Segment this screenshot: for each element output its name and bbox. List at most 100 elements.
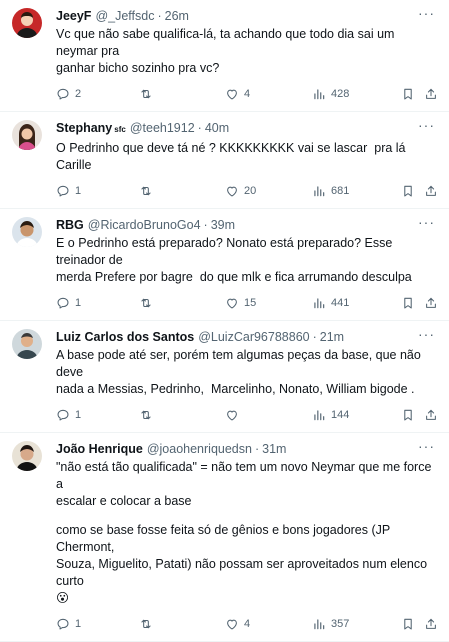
like-button[interactable]: 20 [225, 184, 256, 198]
views-button[interactable]: 144 [312, 408, 349, 422]
retweet-icon [139, 408, 153, 422]
more-icon[interactable]: ··· [418, 118, 435, 132]
bookmark-button[interactable] [401, 408, 415, 422]
like-button[interactable]: 15 [225, 296, 256, 310]
like-icon [225, 87, 239, 101]
share-button[interactable] [424, 296, 438, 310]
tweet-actions: 1 4 357 [56, 607, 437, 641]
bookmark-button[interactable] [401, 87, 415, 101]
author-handle[interactable]: @joaohenriquedsn [147, 441, 252, 457]
tweet-text: O Pedrinho que deve tá né ? KKKKKKKKK va… [56, 140, 437, 174]
avatar[interactable] [12, 8, 42, 38]
share-icon [424, 296, 438, 310]
avatar[interactable] [12, 120, 42, 150]
tweet[interactable]: João Henrique @joaohenriquedsn · 31m ··· "não… [0, 433, 449, 642]
more-icon[interactable]: ··· [418, 439, 435, 453]
tweet-text-line: "não está tão qualificada" = não tem um … [56, 460, 435, 491]
tweet-text: Vc que não sabe qualifica-lá, ta achando… [56, 26, 437, 77]
separator-dot: · [157, 9, 162, 23]
retweet-button[interactable] [139, 408, 158, 422]
tweet[interactable]: Stephany sfc @teeh1912 · 40m ··· O Pedrinho qu… [0, 112, 449, 209]
separator-dot: · [197, 121, 202, 135]
avatar[interactable] [12, 441, 42, 471]
share-icon [424, 408, 438, 422]
retweet-button[interactable] [139, 184, 158, 198]
like-count: 15 [244, 297, 257, 309]
tweet-actions: 1 144 [56, 398, 437, 432]
like-button[interactable]: 4 [225, 617, 250, 631]
timestamp[interactable]: 40m [205, 120, 229, 136]
author-name[interactable]: JeeyF [56, 8, 91, 24]
tweet-actions: 2 4 428 [56, 77, 437, 111]
tweet-header: Stephany sfc @teeh1912 · 40m [56, 120, 437, 138]
bookmark-button[interactable] [401, 617, 415, 631]
timestamp[interactable]: 31m [262, 441, 286, 457]
views-icon [312, 296, 326, 310]
views-icon [312, 617, 326, 631]
bookmark-button[interactable] [401, 296, 415, 310]
tweet-text-line: merda Prefere por bagre do que mlk e fic… [56, 270, 412, 284]
bookmark-icon [401, 184, 415, 198]
reply-count: 1 [75, 185, 82, 197]
author-name[interactable]: Stephany [56, 120, 112, 136]
separator-dot: · [254, 442, 260, 456]
views-button[interactable]: 357 [312, 617, 349, 631]
author-handle[interactable]: @RicardoBrunoGo4 [88, 217, 201, 233]
retweet-button[interactable] [139, 87, 158, 101]
author-handle[interactable]: @teeh1912 [130, 120, 195, 136]
author-handle[interactable]: @LuizCar96788860 [198, 329, 309, 345]
like-count: 20 [244, 185, 257, 197]
views-button[interactable]: 428 [312, 87, 349, 101]
bookmark-icon [401, 617, 415, 631]
tweet-text-line: A base pode até ser, porém tem algumas p… [56, 348, 425, 379]
like-button[interactable]: 4 [225, 87, 250, 101]
tweet-text-line: ganhar bicho sozinho pra vc? [56, 61, 220, 75]
avatar[interactable] [12, 329, 42, 359]
views-count: 441 [331, 297, 350, 309]
more-icon[interactable]: ··· [418, 327, 435, 341]
author-name[interactable]: Luiz Carlos dos Santos [56, 329, 194, 345]
tweet-text-line: escalar e colocar a base [56, 494, 192, 508]
avatar[interactable] [12, 217, 42, 247]
reply-count: 2 [75, 88, 82, 100]
reply-count: 1 [75, 297, 82, 309]
tweet[interactable]: RBG @RicardoBrunoGo4 · 39m ··· E o Pedrinho e… [0, 209, 449, 321]
views-icon [312, 87, 326, 101]
tweet-feed: JeeyF @_Jeffsdc · 26m ··· Vc que não sabe qua… [0, 0, 449, 642]
retweet-button[interactable] [139, 617, 158, 631]
share-button[interactable] [424, 408, 438, 422]
author-handle[interactable]: @_Jeffsdc [95, 8, 154, 24]
more-icon[interactable]: ··· [418, 6, 435, 20]
tweet-text: E o Pedrinho está preparado? Nonato está… [56, 235, 437, 286]
retweet-icon [139, 87, 153, 101]
share-button[interactable] [424, 617, 438, 631]
retweet-icon [139, 184, 153, 198]
bookmark-button[interactable] [401, 184, 415, 198]
more-icon[interactable]: ··· [418, 215, 435, 229]
reply-button[interactable]: 1 [56, 184, 81, 198]
reply-button[interactable]: 2 [56, 87, 81, 101]
author-name[interactable]: RBG [56, 217, 84, 233]
tweet[interactable]: Luiz Carlos dos Santos @LuizCar96788860 · 2… [0, 321, 449, 433]
timestamp[interactable]: 26m [165, 8, 189, 24]
tweet-header: João Henrique @joaohenriquedsn · 31m [56, 441, 437, 457]
reply-button[interactable]: 1 [56, 617, 81, 631]
timestamp[interactable]: 21m [320, 329, 344, 345]
reply-button[interactable]: 1 [56, 408, 81, 422]
views-count: 428 [331, 88, 350, 100]
views-icon [312, 184, 326, 198]
views-button[interactable]: 441 [312, 296, 349, 310]
like-count: 4 [244, 618, 251, 630]
like-count: 4 [244, 88, 251, 100]
share-button[interactable] [424, 184, 438, 198]
reply-button[interactable]: 1 [56, 296, 81, 310]
author-name[interactable]: João Henrique [56, 441, 143, 457]
retweet-button[interactable] [139, 296, 158, 310]
reply-icon [56, 296, 70, 310]
like-button[interactable] [225, 408, 244, 422]
share-button[interactable] [424, 87, 438, 101]
tweet[interactable]: JeeyF @_Jeffsdc · 26m ··· Vc que não sabe qua… [0, 0, 449, 112]
timestamp[interactable]: 39m [211, 217, 235, 233]
views-button[interactable]: 681 [312, 184, 349, 198]
bookmark-icon [401, 87, 415, 101]
